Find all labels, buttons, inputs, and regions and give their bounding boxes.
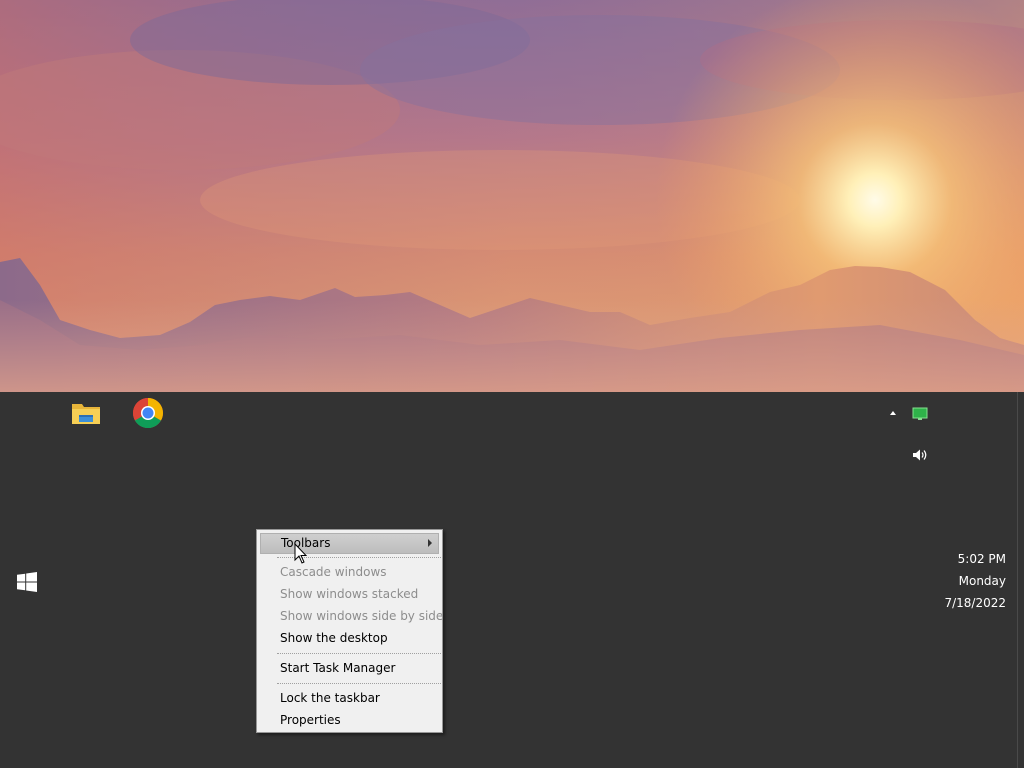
- menu-item-show-windows-side-by-side[interactable]: Show windows side by side: [260, 606, 443, 627]
- clock-day: Monday: [958, 574, 1006, 588]
- taskbar-context-menu: Toolbars Cascade windows Show windows st…: [256, 529, 443, 733]
- menu-item-label: Show windows side by side: [280, 609, 444, 623]
- menu-item-lock-the-taskbar[interactable]: Lock the taskbar: [260, 688, 439, 709]
- monitor-network-icon: [912, 407, 928, 420]
- menu-item-label: Lock the taskbar: [280, 691, 380, 705]
- chevron-right-icon: [428, 539, 432, 547]
- menu-item-label: Cascade windows: [280, 565, 387, 579]
- show-hidden-icons-button[interactable]: [885, 406, 901, 420]
- chrome-icon: [132, 398, 164, 429]
- volume-button[interactable]: [908, 445, 932, 465]
- chevron-up-icon: [890, 411, 896, 415]
- menu-item-show-the-desktop[interactable]: Show the desktop: [260, 628, 439, 649]
- start-button[interactable]: [12, 568, 42, 596]
- menu-item-properties[interactable]: Properties: [260, 710, 439, 731]
- sunset-mountains-wallpaper: [0, 0, 1024, 392]
- taskbar-divider: [1017, 392, 1018, 768]
- menu-separator: [277, 557, 441, 558]
- taskbar: 5:02 PM Monday 7/18/2022: [0, 392, 1024, 768]
- menu-item-label: Toolbars: [281, 536, 331, 550]
- menu-separator: [277, 653, 441, 654]
- menu-separator: [277, 683, 441, 684]
- menu-item-cascade-windows[interactable]: Cascade windows: [260, 562, 439, 583]
- menu-item-start-task-manager[interactable]: Start Task Manager: [260, 658, 439, 679]
- windows-logo-icon: [17, 572, 37, 592]
- menu-item-label: Show windows stacked: [280, 587, 419, 601]
- taskbar-clock[interactable]: 5:02 PM Monday 7/18/2022: [920, 548, 1006, 614]
- file-explorer-button[interactable]: [64, 394, 108, 432]
- desktop-wallpaper: [0, 0, 1024, 392]
- chrome-button[interactable]: [126, 394, 170, 432]
- clock-date: 7/18/2022: [944, 596, 1006, 610]
- menu-item-label: Show the desktop: [280, 631, 388, 645]
- speaker-icon: [913, 449, 927, 461]
- menu-item-toolbars[interactable]: Toolbars: [260, 533, 439, 554]
- folder-icon: [72, 404, 100, 424]
- menu-item-show-windows-stacked[interactable]: Show windows stacked: [260, 584, 439, 605]
- network-status-button[interactable]: [910, 405, 930, 423]
- clock-time: 5:02 PM: [957, 552, 1006, 566]
- menu-item-label: Properties: [280, 713, 341, 727]
- menu-item-label: Start Task Manager: [280, 661, 396, 675]
